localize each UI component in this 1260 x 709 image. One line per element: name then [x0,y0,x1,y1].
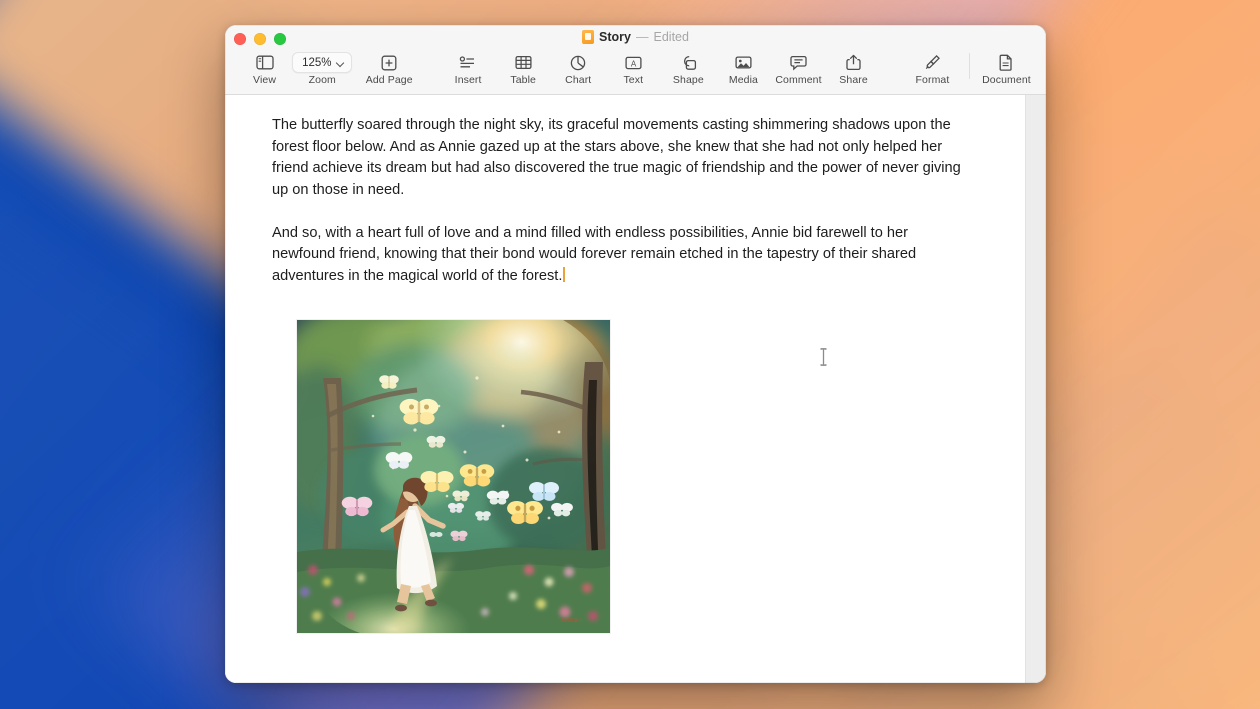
document-title: Story [599,30,631,44]
toolbar-chart-label: Chart [565,74,592,86]
toolbar-add-page-button[interactable]: Add Page [362,52,417,86]
sidebar-panel-icon [255,53,274,72]
app-toolbar[interactable]: View 125% Zoom Add Page Insert Table Cha… [225,52,1046,95]
forest-butterflies-illustration[interactable]: Kinuko [297,320,610,633]
toolbar-zoom-control[interactable]: 125% Zoom [292,52,353,86]
pages-app-window[interactable]: Story — Edited View 125% Zoom Add Page I… [225,25,1046,683]
document-page[interactable]: The butterfly soared through the night s… [225,95,1025,683]
svg-text:A: A [631,59,637,68]
zoom-dropdown[interactable]: 125% [292,52,353,73]
title-separator: — [636,30,649,44]
toolbar-format-label: Format [915,74,950,86]
toolbar-zoom-label: Zoom [308,74,336,86]
document-page-icon [999,53,1013,72]
insert-list-icon [459,53,477,72]
paragraph-2[interactable]: And so, with a heart full of love and a … [272,223,969,288]
close-button[interactable] [234,33,246,45]
share-upload-icon [846,53,861,72]
toolbar-shape-label: Shape [672,74,704,86]
paragraph-2-text: And so, with a heart full of love and a … [272,224,917,284]
document-canvas[interactable]: The butterfly soared through the night s… [225,95,1046,683]
document-edited-state: Edited [653,30,689,44]
toolbar-share-label: Share [839,74,868,86]
window-titlebar[interactable]: Story — Edited [225,25,1046,52]
toolbar-media-label: Media [728,74,758,86]
speech-bubble-icon [790,53,807,72]
toolbar-insert-label: Insert [454,74,482,86]
chevron-down-icon [336,59,344,67]
toolbar-view-button[interactable]: View [237,52,292,86]
text-insertion-caret [563,266,566,282]
paintbrush-icon [924,53,941,72]
toolbar-comment-button[interactable]: Comment [771,52,826,86]
toolbar-comment-label: Comment [775,74,822,86]
toolbar-shape-button[interactable]: Shape [661,52,716,86]
pages-document-icon [582,30,595,44]
toolbar-chart-button[interactable]: Chart [551,52,606,86]
illustration-canvas: Kinuko [297,320,610,633]
page-text-content[interactable]: The butterfly soared through the night s… [225,95,1025,633]
toolbar-text-label: Text [623,74,644,86]
window-chrome: Story — Edited View 125% Zoom Add Page I… [225,25,1046,95]
toolbar-separator [969,53,970,79]
toolbar-insert-button[interactable]: Insert [441,52,496,86]
plus-square-icon [381,53,397,72]
photo-icon [735,53,752,72]
zoom-pill-wrapper: 125% [292,52,353,73]
toolbar-share-button[interactable]: Share [826,52,881,86]
toolbar-table-button[interactable]: Table [496,52,551,86]
text-box-a-icon: A [625,53,642,72]
toolbar-view-label: View [253,74,277,86]
maximize-button[interactable] [274,33,286,45]
toolbar-table-label: Table [510,74,536,86]
minimize-button[interactable] [254,33,266,45]
toolbar-document-button[interactable]: Document [979,52,1034,86]
toolbar-document-label: Document [982,74,1031,86]
toolbar-format-button[interactable]: Format [905,52,960,86]
table-grid-icon [515,53,532,72]
pie-chart-icon [570,53,586,72]
toolbar-media-button[interactable]: Media [716,52,771,86]
canvas-right-gutter [1025,95,1046,683]
paragraph-1[interactable]: The butterfly soared through the night s… [272,115,969,201]
window-title-group: Story — Edited [225,30,1046,44]
zoom-level-value: 125% [302,56,332,69]
shapes-icon [680,53,697,72]
toolbar-text-button[interactable]: A Text [606,52,661,86]
traffic-light-buttons[interactable] [234,33,286,45]
toolbar-add-page-label: Add Page [365,74,413,86]
